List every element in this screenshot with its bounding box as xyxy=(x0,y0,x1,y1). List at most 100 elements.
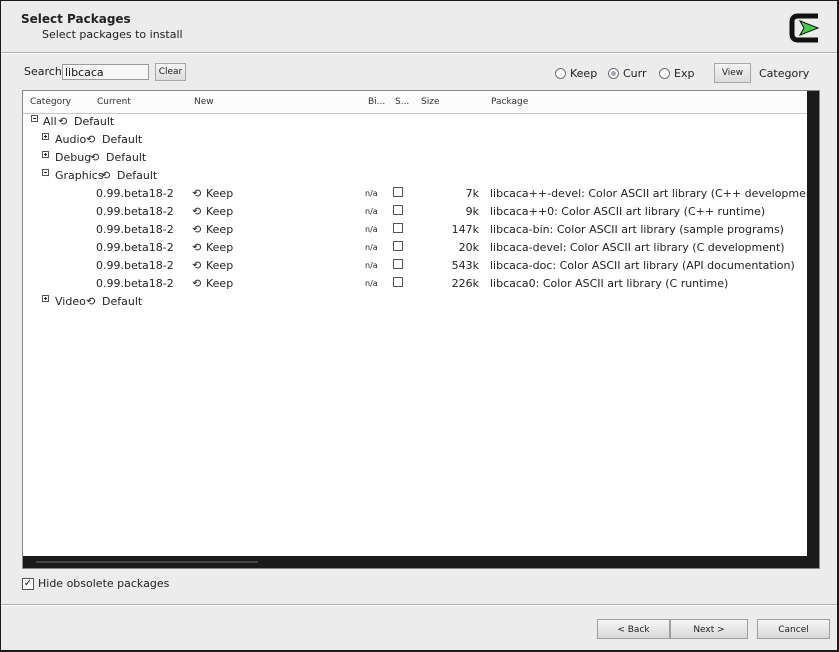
cycle-icon[interactable]: ⟲ xyxy=(101,169,110,182)
category-action[interactable]: Default xyxy=(117,169,157,182)
collapse-icon[interactable] xyxy=(42,169,49,176)
new-action[interactable]: Keep xyxy=(206,277,233,290)
expand-icon[interactable] xyxy=(42,133,49,140)
src-checkbox[interactable] xyxy=(393,223,403,233)
size-value: 543k xyxy=(451,259,479,272)
hide-obsolete-label: Hide obsolete packages xyxy=(38,577,170,590)
cancel-button[interactable]: Cancel xyxy=(757,619,830,639)
src-checkbox[interactable] xyxy=(393,187,403,197)
col-size[interactable]: Size xyxy=(421,97,439,107)
category-label: All xyxy=(43,115,57,128)
col-src[interactable]: S... xyxy=(395,97,409,107)
tree-root-row[interactable]: All ⟲ Default xyxy=(23,113,807,131)
collapse-icon[interactable] xyxy=(31,115,38,122)
package-description: libcaca-bin: Color ASCII art library (sa… xyxy=(490,223,784,236)
tree-category-row[interactable]: Audio ⟲ Default xyxy=(23,131,807,149)
tree-category-row[interactable]: Graphics ⟲ Default xyxy=(23,167,807,185)
new-action[interactable]: Keep xyxy=(206,205,233,218)
radio-curr[interactable]: Curr xyxy=(608,67,647,80)
package-row[interactable]: 0.99.beta18-2 ⟲ Keep n/a 147k libcaca-bi… xyxy=(23,221,807,239)
hide-obsolete-checkbox[interactable]: ✓ xyxy=(22,578,34,590)
src-checkbox[interactable] xyxy=(393,241,403,251)
cycle-icon[interactable]: ⟲ xyxy=(192,241,201,254)
new-action[interactable]: Keep xyxy=(206,223,233,236)
cycle-icon[interactable]: ⟲ xyxy=(192,187,201,200)
size-value: 147k xyxy=(451,223,479,236)
vertical-scrollbar[interactable] xyxy=(807,91,819,568)
radio-curr-label: Curr xyxy=(623,67,647,80)
current-version: 0.99.beta18-2 xyxy=(96,187,174,200)
category-action[interactable]: Default xyxy=(102,295,142,308)
size-value: 226k xyxy=(451,277,479,290)
category-label: Video xyxy=(55,295,86,308)
col-new[interactable]: New xyxy=(194,97,214,107)
category-action[interactable]: Default xyxy=(102,133,142,146)
col-package[interactable]: Package xyxy=(491,97,528,107)
bin-value: n/a xyxy=(365,243,378,252)
radio-exp[interactable]: Exp xyxy=(659,67,694,80)
view-button[interactable]: View xyxy=(714,63,751,83)
current-version: 0.99.beta18-2 xyxy=(96,241,174,254)
category-action[interactable]: Default xyxy=(74,115,114,128)
bin-value: n/a xyxy=(365,225,378,234)
package-description: libcaca-doc: Color ASCII art library (AP… xyxy=(490,259,795,272)
current-version: 0.99.beta18-2 xyxy=(96,205,174,218)
category-action[interactable]: Default xyxy=(106,151,146,164)
category-label: Debug xyxy=(55,151,92,164)
tree-category-row[interactable]: Video ⟲ Default xyxy=(23,293,807,311)
bin-value: n/a xyxy=(365,207,378,216)
new-action[interactable]: Keep xyxy=(206,187,233,200)
package-description: libcaca0: Color ASCII art library (C run… xyxy=(490,277,729,290)
new-action[interactable]: Keep xyxy=(206,259,233,272)
src-checkbox[interactable] xyxy=(393,277,403,287)
category-label: Graphics xyxy=(55,169,104,182)
src-checkbox[interactable] xyxy=(393,259,403,269)
horizontal-scrollbar[interactable] xyxy=(23,556,807,568)
size-value: 20k xyxy=(458,241,479,254)
package-row[interactable]: 0.99.beta18-2 ⟲ Keep n/a 9k libcaca++0: … xyxy=(23,203,807,221)
package-tree[interactable]: Category Current New Bi... S... Size Pac… xyxy=(22,90,820,569)
cycle-icon[interactable]: ⟲ xyxy=(192,259,201,272)
bin-value: n/a xyxy=(365,279,378,288)
bin-value: n/a xyxy=(365,189,378,198)
col-category[interactable]: Category xyxy=(30,97,71,107)
column-header: Category Current New Bi... S... Size Pac… xyxy=(23,91,807,114)
package-row[interactable]: 0.99.beta18-2 ⟲ Keep n/a 7k libcaca++-de… xyxy=(23,185,819,203)
radio-exp-label: Exp xyxy=(674,67,695,80)
cycle-icon[interactable]: ⟲ xyxy=(86,133,95,146)
cycle-icon[interactable]: ⟲ xyxy=(58,115,67,128)
radio-keep[interactable]: Keep xyxy=(555,67,597,80)
radio-exp-circle xyxy=(659,68,670,79)
clear-button[interactable]: Clear xyxy=(155,63,186,81)
header-divider-highlight xyxy=(1,53,837,54)
size-value: 9k xyxy=(465,205,479,218)
package-row[interactable]: 0.99.beta18-2 ⟲ Keep n/a 226k libcaca0: … xyxy=(23,275,807,293)
radio-curr-circle xyxy=(608,68,619,79)
col-bin[interactable]: Bi... xyxy=(368,97,385,107)
cycle-icon[interactable]: ⟲ xyxy=(192,205,201,218)
cycle-icon[interactable]: ⟲ xyxy=(90,151,99,164)
expand-icon[interactable] xyxy=(42,295,49,302)
package-description: libcaca-devel: Color ASCII art library (… xyxy=(490,241,785,254)
current-version: 0.99.beta18-2 xyxy=(96,223,174,236)
category-label: Audio xyxy=(55,133,87,146)
tree-category-row[interactable]: Debug ⟲ Default xyxy=(23,149,807,167)
cycle-icon[interactable]: ⟲ xyxy=(192,277,201,290)
search-input[interactable]: libcaca xyxy=(62,64,149,80)
horizontal-scrollbar-thumb[interactable] xyxy=(36,561,258,563)
search-label: Search xyxy=(24,65,62,78)
cygwin-logo-icon xyxy=(789,13,820,43)
cycle-icon[interactable]: ⟲ xyxy=(192,223,201,236)
cycle-icon[interactable]: ⟲ xyxy=(86,295,95,308)
new-action[interactable]: Keep xyxy=(206,241,233,254)
col-current[interactable]: Current xyxy=(97,97,131,107)
setup-window: Select Packages Select packages to insta… xyxy=(1,1,837,650)
package-row[interactable]: 0.99.beta18-2 ⟲ Keep n/a 20k libcaca-dev… xyxy=(23,239,807,257)
current-version: 0.99.beta18-2 xyxy=(96,277,174,290)
back-button[interactable]: < Back xyxy=(597,619,670,639)
package-row[interactable]: 0.99.beta18-2 ⟲ Keep n/a 543k libcaca-do… xyxy=(23,257,807,275)
src-checkbox[interactable] xyxy=(393,205,403,215)
radio-keep-label: Keep xyxy=(570,67,598,80)
next-button[interactable]: Next > xyxy=(670,619,748,639)
expand-icon[interactable] xyxy=(42,151,49,158)
